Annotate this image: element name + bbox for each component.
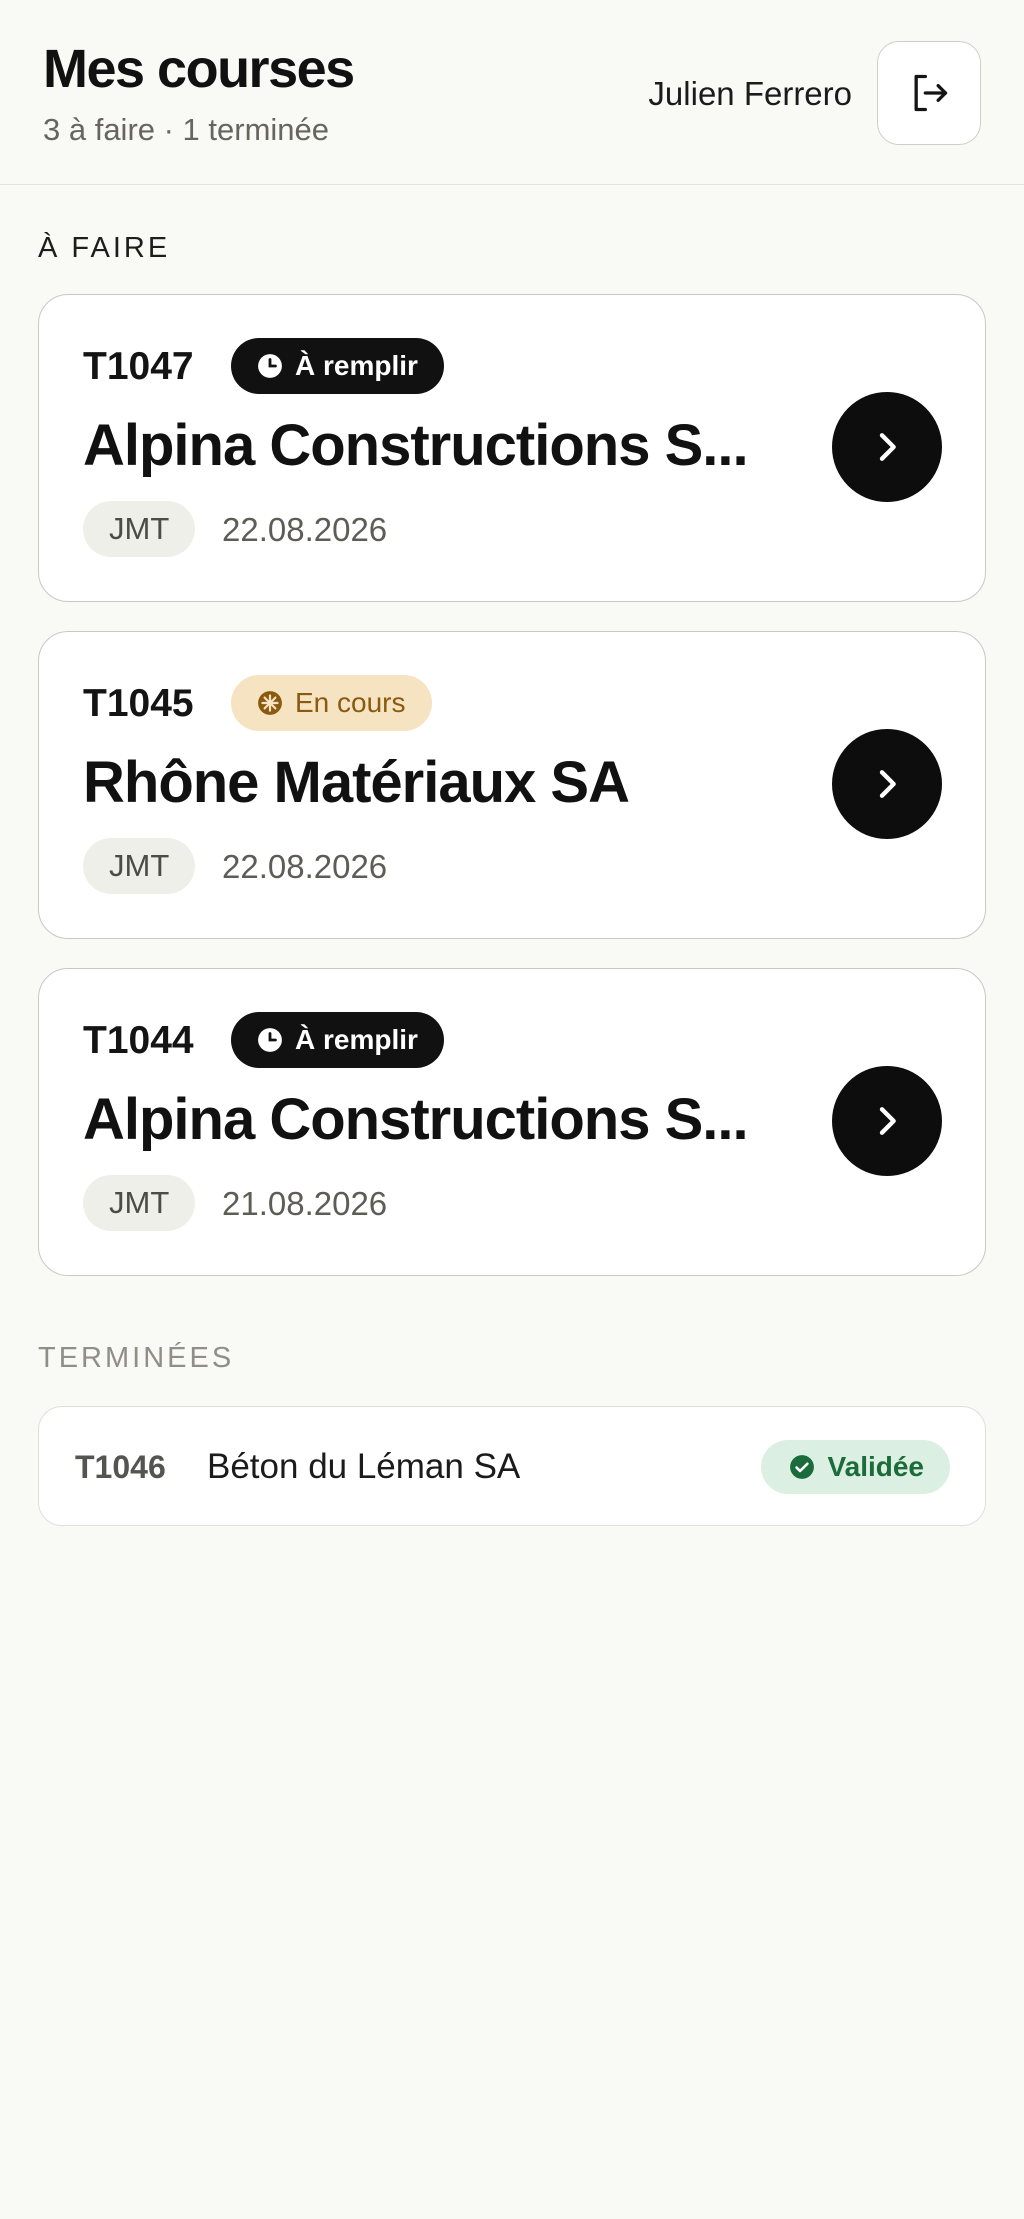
- status-label: Validée: [827, 1451, 924, 1482]
- code-chip: JMT: [83, 838, 196, 894]
- course-id: T1046: [75, 1449, 166, 1485]
- chevron-right-icon: [879, 433, 896, 461]
- course-date: 22.08.2026: [222, 848, 388, 885]
- client-name: Rhône Matériaux SA: [83, 750, 630, 815]
- client-name: Alpina Constructions S...: [83, 1087, 749, 1152]
- status-label: En cours: [295, 687, 406, 718]
- code-chip: JMT: [83, 501, 196, 557]
- user-name: Julien Ferrero: [648, 75, 852, 112]
- status-label: À remplir: [295, 350, 418, 381]
- course-id: T1047: [83, 345, 194, 388]
- status-badge: Validée: [761, 1440, 950, 1494]
- section-label-done: TERMINÉES: [38, 1342, 235, 1374]
- course-date: 22.08.2026: [222, 511, 388, 548]
- status-label: À remplir: [295, 1024, 418, 1055]
- progress-icon: [258, 691, 282, 715]
- open-course-button[interactable]: [832, 392, 942, 502]
- code-chip: JMT: [83, 1175, 196, 1231]
- course-id: T1045: [83, 682, 194, 725]
- course-id: T1044: [83, 1019, 194, 1062]
- chevron-right-icon: [879, 1107, 896, 1135]
- completed-course-row[interactable]: T1046 Béton du Léman SA Validée: [38, 1406, 986, 1526]
- course-date: 21.08.2026: [222, 1185, 388, 1222]
- clock-icon: [258, 1028, 282, 1052]
- course-card[interactable]: T1045 En cours Rhône Matériaux SA JMT 22…: [38, 631, 986, 939]
- status-badge: À remplir: [231, 1012, 444, 1068]
- check-circle-icon: [790, 1455, 815, 1479]
- status-badge: À remplir: [231, 338, 444, 394]
- chevron-right-icon: [879, 770, 896, 798]
- client-name: Béton du Léman SA: [207, 1447, 521, 1486]
- course-card[interactable]: T1044 À remplir Alpina Constructions S..…: [38, 968, 986, 1276]
- page-subtitle: 3 à faire · 1 terminée: [43, 112, 330, 147]
- client-name: Alpina Constructions S...: [83, 413, 749, 478]
- section-label-todo: À FAIRE: [38, 232, 171, 264]
- course-card[interactable]: T1047 À remplir Alpina Constructions S..…: [38, 294, 986, 602]
- open-course-button[interactable]: [832, 1066, 942, 1176]
- logout-icon: [914, 74, 948, 112]
- status-badge: En cours: [231, 675, 432, 731]
- page-title: Mes courses: [43, 39, 355, 99]
- open-course-button[interactable]: [832, 729, 942, 839]
- logout-button[interactable]: [877, 41, 981, 145]
- app-header: Mes courses 3 à faire · 1 terminée Julie…: [0, 0, 1024, 185]
- clock-icon: [258, 354, 282, 378]
